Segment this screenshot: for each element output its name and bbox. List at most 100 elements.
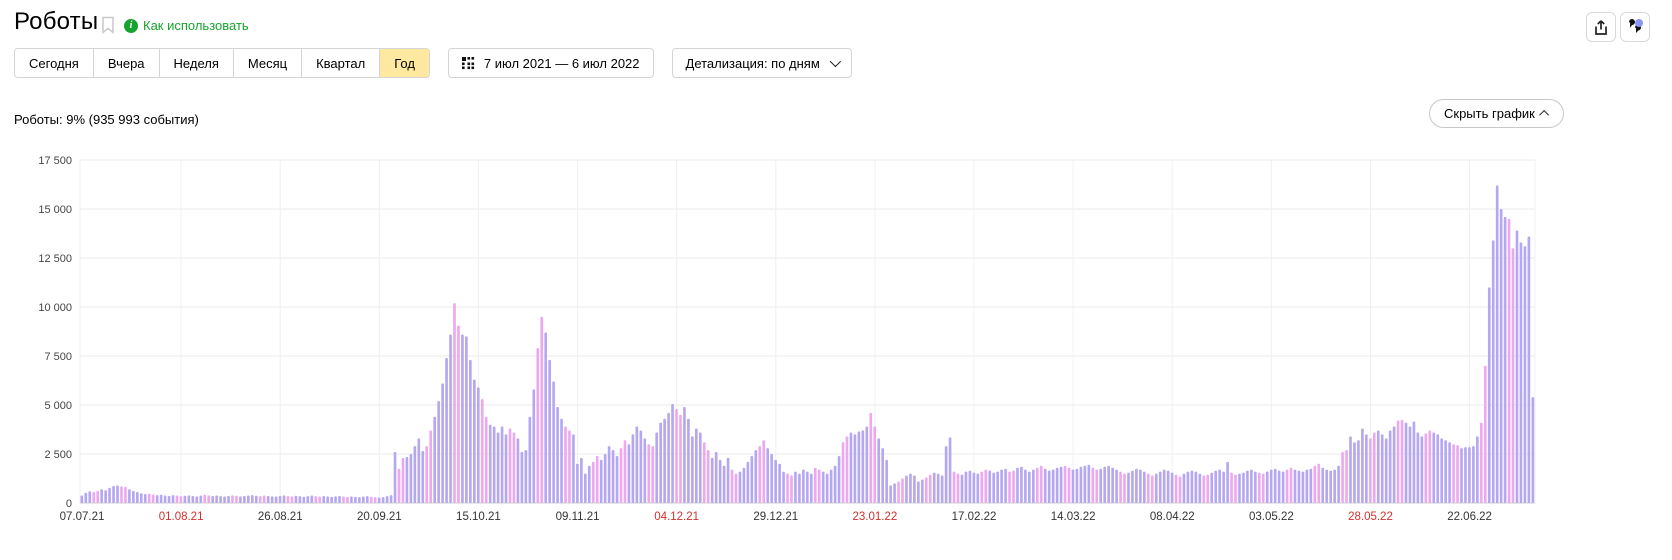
bar[interactable]: [691, 436, 694, 503]
bar[interactable]: [104, 490, 107, 503]
bar[interactable]: [1040, 466, 1043, 503]
bar[interactable]: [798, 474, 801, 503]
bar[interactable]: [1313, 466, 1316, 503]
bar[interactable]: [326, 496, 329, 503]
period-today[interactable]: Сегодня: [15, 49, 94, 77]
bar[interactable]: [1413, 422, 1416, 503]
bar[interactable]: [782, 472, 785, 503]
bar[interactable]: [1115, 470, 1118, 503]
bar[interactable]: [1020, 467, 1023, 503]
bar[interactable]: [148, 494, 151, 503]
bar[interactable]: [1377, 430, 1380, 503]
bar[interactable]: [739, 472, 742, 503]
bar[interactable]: [1028, 472, 1031, 503]
bar[interactable]: [461, 334, 464, 503]
bar[interactable]: [814, 468, 817, 503]
bar[interactable]: [715, 452, 718, 503]
bar[interactable]: [913, 476, 916, 503]
bar[interactable]: [1008, 472, 1011, 503]
bar[interactable]: [1084, 466, 1087, 503]
bar[interactable]: [1135, 469, 1138, 503]
bar[interactable]: [695, 429, 698, 503]
period-month[interactable]: Месяц: [234, 49, 302, 77]
bar[interactable]: [152, 495, 155, 503]
bar[interactable]: [417, 438, 420, 503]
bar[interactable]: [536, 348, 539, 503]
bar[interactable]: [112, 486, 115, 503]
bar[interactable]: [1520, 242, 1523, 503]
bar[interactable]: [703, 442, 706, 503]
bar[interactable]: [1436, 434, 1439, 503]
bar[interactable]: [687, 419, 690, 503]
bar[interactable]: [243, 496, 246, 503]
bar[interactable]: [1345, 450, 1348, 503]
bar[interactable]: [88, 491, 91, 503]
bar[interactable]: [1266, 472, 1269, 503]
bar[interactable]: [433, 417, 436, 503]
bar[interactable]: [334, 496, 337, 503]
bar[interactable]: [394, 452, 397, 503]
bar[interactable]: [421, 451, 424, 503]
bar[interactable]: [679, 415, 682, 503]
bar[interactable]: [945, 446, 948, 503]
bar[interactable]: [378, 498, 381, 503]
bar[interactable]: [608, 446, 611, 503]
bar[interactable]: [192, 496, 195, 503]
bar[interactable]: [810, 474, 813, 503]
bar[interactable]: [1163, 470, 1166, 503]
bar[interactable]: [108, 488, 111, 503]
bar[interactable]: [731, 470, 734, 503]
bar[interactable]: [1298, 471, 1301, 503]
bar[interactable]: [374, 497, 377, 503]
bar[interactable]: [818, 470, 821, 503]
bar[interactable]: [1290, 468, 1293, 503]
bar[interactable]: [1091, 468, 1094, 503]
bar[interactable]: [735, 474, 738, 503]
bar[interactable]: [707, 450, 710, 503]
bar[interactable]: [1175, 475, 1178, 503]
bar[interactable]: [291, 496, 294, 503]
bar[interactable]: [1195, 472, 1198, 503]
bar[interactable]: [322, 496, 325, 503]
bar[interactable]: [219, 496, 222, 503]
bar[interactable]: [624, 440, 627, 503]
bar[interactable]: [275, 497, 278, 503]
bar[interactable]: [1333, 470, 1336, 503]
bar[interactable]: [858, 431, 861, 503]
bar[interactable]: [1282, 472, 1285, 503]
bar[interactable]: [612, 450, 615, 503]
bar[interactable]: [897, 481, 900, 503]
bar[interactable]: [1496, 185, 1499, 503]
bar[interactable]: [203, 495, 206, 503]
period-quarter[interactable]: Квартал: [302, 49, 380, 77]
bar[interactable]: [1159, 472, 1162, 503]
bar[interactable]: [267, 496, 270, 503]
bar[interactable]: [1532, 397, 1535, 503]
bar[interactable]: [354, 497, 357, 503]
bar[interactable]: [310, 496, 313, 503]
bar[interactable]: [1417, 432, 1420, 503]
bar[interactable]: [1119, 472, 1122, 503]
bar[interactable]: [318, 497, 321, 503]
bar[interactable]: [410, 454, 413, 503]
bar[interactable]: [362, 497, 365, 503]
bar[interactable]: [762, 440, 765, 503]
bar[interactable]: [584, 474, 587, 503]
bar[interactable]: [513, 432, 516, 503]
bar[interactable]: [1052, 470, 1055, 503]
bar[interactable]: [1424, 433, 1427, 503]
bar[interactable]: [1421, 436, 1424, 503]
bar[interactable]: [358, 497, 361, 503]
bar[interactable]: [822, 472, 825, 503]
bar[interactable]: [1492, 240, 1495, 503]
bar[interactable]: [556, 407, 559, 503]
how-to-use-link[interactable]: i Как использовать: [124, 18, 249, 33]
bar[interactable]: [449, 334, 452, 503]
bar[interactable]: [453, 303, 456, 503]
bar[interactable]: [402, 458, 405, 503]
bar[interactable]: [1385, 438, 1388, 503]
bar[interactable]: [1131, 471, 1134, 503]
bar[interactable]: [651, 446, 654, 503]
bar[interactable]: [366, 496, 369, 503]
bar[interactable]: [263, 496, 266, 503]
